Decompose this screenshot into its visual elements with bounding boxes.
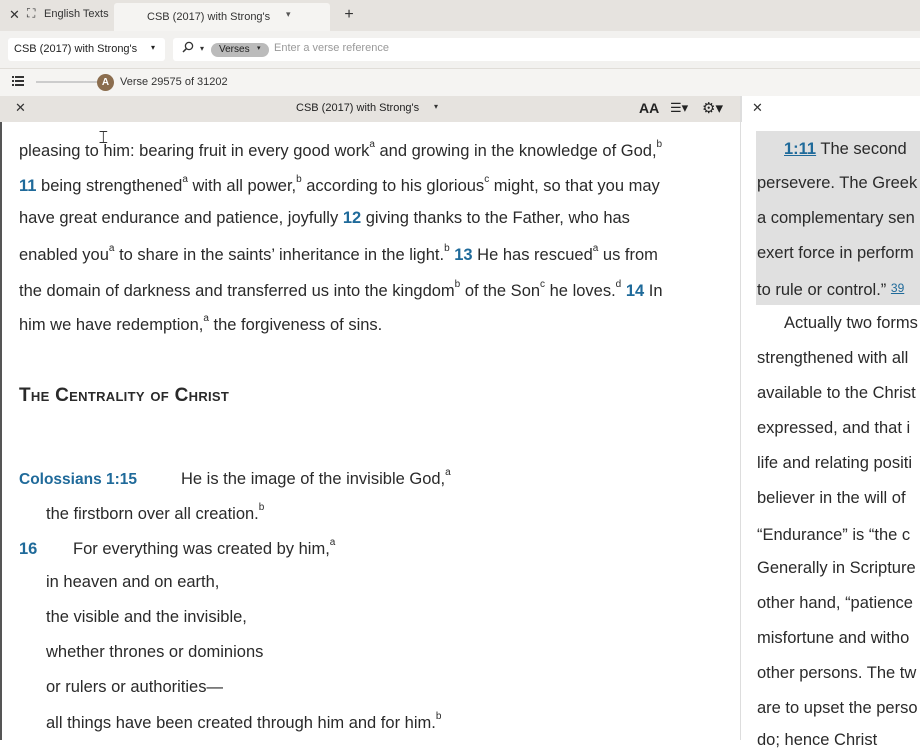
poetry-line: the firstborn over all creation.b (46, 502, 265, 523)
resource-select-label: CSB (2017) with Strong's (14, 43, 138, 55)
add-tab-button[interactable]: + (338, 7, 360, 25)
poetry-line: whether thrones or dominions (46, 643, 264, 661)
close-icon[interactable]: ✕ (9, 7, 20, 23)
verse-number[interactable]: 14 (626, 282, 644, 300)
layout-icon[interactable]: ☰▾ (670, 100, 688, 116)
chevron-down-icon[interactable]: ▾ (200, 44, 204, 53)
commentary-line: expressed, and that i (757, 419, 911, 437)
passage-line: him we have redemption,a the forgiveness… (19, 313, 383, 334)
poetry-line: He is the image of the invisible God,a (181, 467, 451, 488)
commentary-line: do; hence Christ (757, 731, 878, 749)
passage-line: enabled youa to share in the saints’ inh… (19, 243, 658, 264)
verse-reference-input[interactable] (274, 42, 674, 54)
footnote-link[interactable]: 39 (891, 281, 904, 295)
verse-slider-thumb[interactable]: A (97, 74, 114, 91)
commentary-line: available to the Christ (757, 384, 916, 402)
panel-divider[interactable] (740, 96, 741, 740)
commentary-line: “Endurance” is “the c (757, 526, 911, 544)
poetry-line: in heaven and on earth, (46, 573, 220, 591)
search-mode-pill[interactable]: Verses ▾ (211, 43, 269, 57)
commentary-line: Actually two forms (784, 314, 918, 332)
gear-icon[interactable]: ⚙▾ (702, 99, 723, 117)
window-edge (0, 122, 2, 740)
commentary-verse-link[interactable]: 1:11 (784, 140, 816, 158)
chevron-down-icon: ▾ (257, 45, 261, 52)
commentary-line: life and relating positi (757, 454, 913, 472)
commentary-line: persevere. The Greek (757, 174, 918, 192)
commentary-line: Generally in Scripture (757, 559, 916, 577)
font-size-icon[interactable]: AA (639, 100, 659, 116)
section-heading: The Centrality of Christ (19, 385, 230, 406)
search-icon[interactable] (182, 41, 194, 56)
tab-active-label: CSB (2017) with Strong's (147, 11, 271, 23)
tab-english-texts[interactable]: English Texts (44, 8, 109, 20)
text-cursor-icon: 𝙸 (97, 127, 110, 147)
verse-number[interactable]: 16 (19, 540, 37, 559)
passage-line: have great endurance and patience, joyfu… (19, 209, 630, 227)
commentary-line: to rule or control.” 39 (757, 281, 905, 299)
passage-line: the domain of darkness and transferred u… (19, 279, 663, 300)
verse-counter: Verse 29575 of 31202 (120, 76, 228, 88)
commentary-line: strengthened with all (757, 349, 909, 367)
commentary-line: a complementary sen (757, 209, 915, 227)
expand-icon[interactable]: ⛶ (27, 6, 35, 21)
chevron-down-icon[interactable]: ▾ (434, 102, 438, 111)
passage-line: pleasing to him: bearing fruit in every … (19, 139, 663, 160)
commentary-line: other persons. The tw (757, 664, 917, 682)
search-mode-label: Verses (219, 44, 250, 55)
chevron-down-icon: ▾ (151, 43, 156, 52)
commentary-line: other hand, “patience (757, 594, 913, 612)
commentary-line: 1:11 The second (784, 140, 907, 158)
commentary-line: misfortune and witho (757, 629, 910, 647)
close-panel-icon[interactable]: ✕ (15, 100, 26, 116)
list-icon[interactable] (12, 75, 24, 89)
right-panel-header (741, 96, 920, 122)
poetry-line: or rulers or authorities— (46, 678, 223, 696)
passage-reference-link[interactable]: Colossians 1:15 (19, 471, 137, 489)
verse-number[interactable]: 13 (454, 246, 472, 264)
poetry-line: For everything was created by him,a (73, 537, 336, 558)
poetry-line: all things have been created through him… (46, 711, 442, 732)
chevron-down-icon[interactable]: ▾ (286, 9, 291, 20)
commentary-line: exert force in perform (757, 244, 914, 262)
verse-slider-track[interactable] (36, 81, 104, 83)
panel-title[interactable]: CSB (2017) with Strong's (296, 102, 419, 114)
resource-select[interactable]: CSB (2017) with Strong's ▾ (8, 38, 165, 61)
tab-active-csb[interactable]: CSB (2017) with Strong's ▾ (114, 3, 330, 31)
poetry-line: the visible and the invisible, (46, 608, 247, 626)
commentary-line: are to upset the perso (757, 699, 918, 717)
verse-number[interactable]: 11 (19, 177, 36, 195)
passage-line: 11 being strengtheneda with all power,b … (19, 174, 660, 195)
commentary-line: believer in the will of (757, 489, 906, 507)
verse-number[interactable]: 12 (343, 209, 361, 227)
close-panel-icon[interactable]: ✕ (752, 100, 763, 116)
